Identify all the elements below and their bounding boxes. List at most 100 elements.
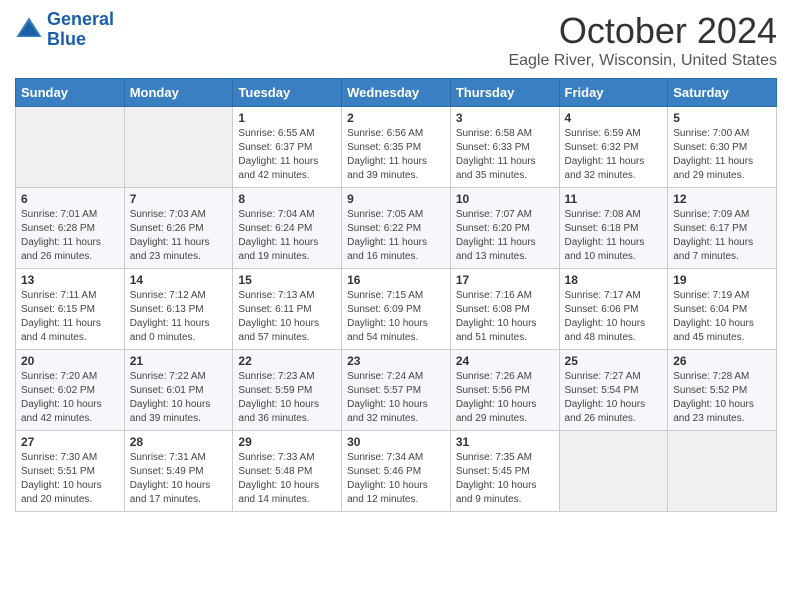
day-cell: 3 Sunrise: 6:58 AMSunset: 6:33 PMDaylight… <box>450 107 559 188</box>
day-cell: 9 Sunrise: 7:05 AMSunset: 6:22 PMDaylight… <box>342 188 451 269</box>
col-header-friday: Friday <box>559 79 668 107</box>
month-title: October 2024 <box>508 10 777 52</box>
day-number: 24 <box>456 354 554 368</box>
day-info: Sunrise: 7:07 AMSunset: 6:20 PMDaylight:… <box>456 208 554 264</box>
day-number: 12 <box>673 192 771 206</box>
day-cell: 11 Sunrise: 7:08 AMSunset: 6:18 PMDayligh… <box>559 188 668 269</box>
week-row-4: 20 Sunrise: 7:20 AMSunset: 6:02 PMDayligh… <box>16 350 777 431</box>
day-cell: 22 Sunrise: 7:23 AMSunset: 5:59 PMDayligh… <box>233 350 342 431</box>
day-cell: 28 Sunrise: 7:31 AMSunset: 5:49 PMDayligh… <box>124 431 233 512</box>
day-number: 29 <box>238 435 336 449</box>
day-number: 9 <box>347 192 445 206</box>
day-cell: 27Sunrise: 7:30 AMSunset: 5:51 PMDayligh… <box>16 431 125 512</box>
day-cell <box>668 431 777 512</box>
day-info: Sunrise: 7:24 AMSunset: 5:57 PMDaylight:… <box>347 370 445 426</box>
day-cell <box>16 107 125 188</box>
day-cell: 24 Sunrise: 7:26 AMSunset: 5:56 PMDayligh… <box>450 350 559 431</box>
day-cell <box>124 107 233 188</box>
day-cell: 12 Sunrise: 7:09 AMSunset: 6:17 PMDayligh… <box>668 188 777 269</box>
col-header-tuesday: Tuesday <box>233 79 342 107</box>
day-cell: 30 Sunrise: 7:34 AMSunset: 5:46 PMDayligh… <box>342 431 451 512</box>
day-info: Sunrise: 7:08 AMSunset: 6:18 PMDaylight:… <box>565 208 663 264</box>
title-block: October 2024 Eagle River, Wisconsin, Uni… <box>508 10 777 70</box>
day-cell: 29 Sunrise: 7:33 AMSunset: 5:48 PMDayligh… <box>233 431 342 512</box>
logo-general: General <box>47 9 114 29</box>
day-number: 31 <box>456 435 554 449</box>
day-number: 20 <box>21 354 119 368</box>
day-info: Sunrise: 7:09 AMSunset: 6:17 PMDaylight:… <box>673 208 771 264</box>
day-info: Sunrise: 6:56 AMSunset: 6:35 PMDaylight:… <box>347 127 445 183</box>
day-cell: 13Sunrise: 7:11 AMSunset: 6:15 PMDayligh… <box>16 269 125 350</box>
day-info: Sunrise: 7:13 AMSunset: 6:11 PMDaylight:… <box>238 289 336 345</box>
week-row-3: 13Sunrise: 7:11 AMSunset: 6:15 PMDayligh… <box>16 269 777 350</box>
day-cell: 16Sunrise: 7:15 AMSunset: 6:09 PMDayligh… <box>342 269 451 350</box>
day-info: Sunrise: 7:31 AMSunset: 5:49 PMDaylight:… <box>130 451 228 507</box>
day-info: Sunrise: 7:35 AMSunset: 5:45 PMDaylight:… <box>456 451 554 507</box>
day-info: Sunrise: 7:20 AMSunset: 6:02 PMDaylight:… <box>21 370 119 426</box>
day-number: 8 <box>238 192 336 206</box>
day-number: 22 <box>238 354 336 368</box>
day-number: 23 <box>347 354 445 368</box>
day-number: 17 <box>456 273 554 287</box>
day-number: 21 <box>130 354 228 368</box>
day-cell: 19Sunrise: 7:19 AMSunset: 6:04 PMDayligh… <box>668 269 777 350</box>
day-info: Sunrise: 7:34 AMSunset: 5:46 PMDaylight:… <box>347 451 445 507</box>
day-cell: 25 Sunrise: 7:27 AMSunset: 5:54 PMDayligh… <box>559 350 668 431</box>
day-info: Sunrise: 7:17 AMSunset: 6:06 PMDaylight:… <box>565 289 663 345</box>
day-info: Sunrise: 7:15 AMSunset: 6:09 PMDaylight:… <box>347 289 445 345</box>
day-number: 25 <box>565 354 663 368</box>
day-number: 15 <box>238 273 336 287</box>
day-number: 3 <box>456 111 554 125</box>
day-cell: 8 Sunrise: 7:04 AMSunset: 6:24 PMDaylight… <box>233 188 342 269</box>
day-cell: 6Sunrise: 7:01 AMSunset: 6:28 PMDaylight… <box>16 188 125 269</box>
day-number: 13 <box>21 273 119 287</box>
header-row: SundayMondayTuesdayWednesdayThursdayFrid… <box>16 79 777 107</box>
day-number: 5 <box>673 111 771 125</box>
day-info: Sunrise: 6:58 AMSunset: 6:33 PMDaylight:… <box>456 127 554 183</box>
col-header-saturday: Saturday <box>668 79 777 107</box>
day-cell <box>559 431 668 512</box>
day-info: Sunrise: 7:05 AMSunset: 6:22 PMDaylight:… <box>347 208 445 264</box>
location-subtitle: Eagle River, Wisconsin, United States <box>508 52 777 70</box>
day-number: 1 <box>238 111 336 125</box>
day-number: 30 <box>347 435 445 449</box>
day-number: 18 <box>565 273 663 287</box>
day-cell: 31 Sunrise: 7:35 AMSunset: 5:45 PMDayligh… <box>450 431 559 512</box>
week-row-2: 6Sunrise: 7:01 AMSunset: 6:28 PMDaylight… <box>16 188 777 269</box>
day-info: Sunrise: 7:16 AMSunset: 6:08 PMDaylight:… <box>456 289 554 345</box>
day-info: Sunrise: 7:22 AMSunset: 6:01 PMDaylight:… <box>130 370 228 426</box>
day-number: 19 <box>673 273 771 287</box>
day-info: Sunrise: 7:26 AMSunset: 5:56 PMDaylight:… <box>456 370 554 426</box>
day-cell: 17 Sunrise: 7:16 AMSunset: 6:08 PMDayligh… <box>450 269 559 350</box>
col-header-wednesday: Wednesday <box>342 79 451 107</box>
logo-icon <box>15 16 43 44</box>
day-cell: 21 Sunrise: 7:22 AMSunset: 6:01 PMDayligh… <box>124 350 233 431</box>
day-cell: 18 Sunrise: 7:17 AMSunset: 6:06 PMDayligh… <box>559 269 668 350</box>
logo-blue: Blue <box>47 29 86 49</box>
day-number: 26 <box>673 354 771 368</box>
day-cell: 23 Sunrise: 7:24 AMSunset: 5:57 PMDayligh… <box>342 350 451 431</box>
day-info: Sunrise: 7:28 AMSunset: 5:52 PMDaylight:… <box>673 370 771 426</box>
day-info: Sunrise: 6:55 AMSunset: 6:37 PMDaylight:… <box>238 127 336 183</box>
col-header-sunday: Sunday <box>16 79 125 107</box>
day-info: Sunrise: 7:23 AMSunset: 5:59 PMDaylight:… <box>238 370 336 426</box>
day-cell: 5 Sunrise: 7:00 AMSunset: 6:30 PMDaylight… <box>668 107 777 188</box>
calendar-table: SundayMondayTuesdayWednesdayThursdayFrid… <box>15 78 777 512</box>
day-info: Sunrise: 7:12 AMSunset: 6:13 PMDaylight:… <box>130 289 228 345</box>
day-cell: 2Sunrise: 6:56 AMSunset: 6:35 PMDaylight… <box>342 107 451 188</box>
day-cell: 14 Sunrise: 7:12 AMSunset: 6:13 PMDayligh… <box>124 269 233 350</box>
day-cell: 26 Sunrise: 7:28 AMSunset: 5:52 PMDayligh… <box>668 350 777 431</box>
day-info: Sunrise: 7:27 AMSunset: 5:54 PMDaylight:… <box>565 370 663 426</box>
day-info: Sunrise: 7:33 AMSunset: 5:48 PMDaylight:… <box>238 451 336 507</box>
day-number: 14 <box>130 273 228 287</box>
day-cell: 20 Sunrise: 7:20 AMSunset: 6:02 PMDayligh… <box>16 350 125 431</box>
day-info: Sunrise: 6:59 AMSunset: 6:32 PMDaylight:… <box>565 127 663 183</box>
day-number: 11 <box>565 192 663 206</box>
day-number: 28 <box>130 435 228 449</box>
day-info: Sunrise: 7:00 AMSunset: 6:30 PMDaylight:… <box>673 127 771 183</box>
day-info: Sunrise: 7:04 AMSunset: 6:24 PMDaylight:… <box>238 208 336 264</box>
day-cell: 1 Sunrise: 6:55 AMSunset: 6:37 PMDaylight… <box>233 107 342 188</box>
day-cell: 15 Sunrise: 7:13 AMSunset: 6:11 PMDayligh… <box>233 269 342 350</box>
col-header-monday: Monday <box>124 79 233 107</box>
day-info: Sunrise: 7:03 AMSunset: 6:26 PMDaylight:… <box>130 208 228 264</box>
